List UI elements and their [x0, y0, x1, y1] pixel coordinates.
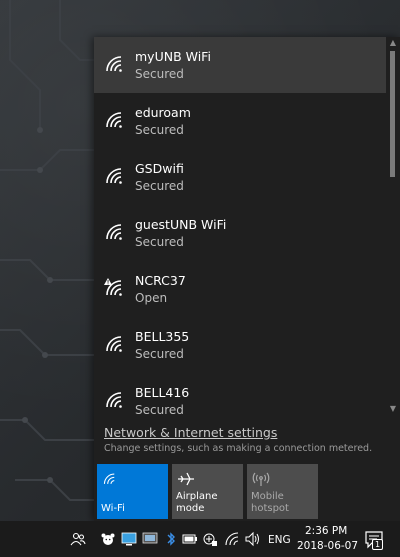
network-item[interactable]: myUNB WiFi Secured	[94, 37, 386, 93]
wifi-tile-label: Wi-Fi	[101, 503, 125, 514]
network-name: BELL355	[135, 329, 190, 344]
network-name: NCRC37	[135, 273, 186, 288]
network-internet-settings-link[interactable]: Network & Internet settings	[104, 425, 277, 440]
wifi-signal-icon	[106, 392, 122, 408]
network-list: myUNB WiFi Secured eduroam Secured GSDwifi…	[94, 37, 386, 415]
wifi-signal-icon	[106, 56, 122, 72]
wifi-signal-icon	[106, 224, 122, 240]
security-app-icon[interactable]	[202, 531, 218, 547]
network-item[interactable]: BELL355 Secured	[94, 317, 386, 373]
wifi-signal-icon	[106, 112, 122, 128]
network-item[interactable]: BELL416 Secured	[94, 373, 386, 415]
network-item[interactable]: guestUNB WiFi Secured	[94, 205, 386, 261]
network-item[interactable]: GSDwifi Secured	[94, 149, 386, 205]
wifi-open-warning-icon	[104, 278, 122, 296]
display-app-icon[interactable]	[142, 531, 158, 547]
network-status: Secured	[135, 123, 184, 137]
wifi-signal-icon	[106, 168, 122, 184]
input-language-indicator[interactable]: ENG	[268, 534, 291, 546]
network-flyout: myUNB WiFi Secured eduroam Secured GSDwifi…	[94, 37, 400, 521]
bluetooth-icon[interactable]	[163, 531, 179, 547]
airplane-mode-tile[interactable]: Airplane mode	[172, 464, 243, 519]
taskbar: ENG 2:36 PM 2018-06-07 1	[0, 521, 400, 557]
battery-icon[interactable]	[182, 531, 198, 547]
clock-time[interactable]: 2:36 PM	[305, 525, 347, 537]
network-list-scrollbar[interactable]: ▲ ▼	[386, 37, 400, 415]
network-name: guestUNB WiFi	[135, 217, 227, 232]
network-name: myUNB WiFi	[135, 49, 211, 64]
network-name: GSDwifi	[135, 161, 184, 176]
airplane-icon	[178, 472, 194, 486]
airplane-tile-label: Airplane mode	[176, 491, 218, 514]
network-item[interactable]: eduroam Secured	[94, 93, 386, 149]
settings-description: Change settings, such as making a connec…	[104, 443, 373, 454]
monitor-app-icon[interactable]	[121, 531, 137, 547]
network-status: Secured	[135, 403, 184, 415]
clock-date[interactable]: 2018-06-07	[297, 540, 358, 552]
volume-icon[interactable]	[244, 531, 260, 547]
hotspot-label-line1: Mobile	[251, 491, 284, 502]
notification-count-badge: 1	[372, 539, 384, 550]
network-name: eduroam	[135, 105, 191, 120]
hotspot-icon	[252, 472, 270, 486]
hotspot-label-line2: hotspot	[251, 503, 289, 514]
mobile-hotspot-tile[interactable]: Mobile hotspot	[247, 464, 318, 519]
scroll-up-arrow-icon[interactable]: ▲	[386, 37, 400, 49]
network-status: Secured	[135, 179, 184, 193]
wifi-toggle-tile[interactable]: Wi-Fi	[97, 464, 168, 519]
network-status: Secured	[135, 235, 184, 249]
scroll-thumb[interactable]	[390, 51, 395, 177]
network-item[interactable]: NCRC37 Open	[94, 261, 386, 317]
network-status: Secured	[135, 347, 184, 361]
bear-app-icon[interactable]	[100, 531, 116, 547]
wifi-icon	[103, 473, 115, 485]
wifi-tray-icon[interactable]	[224, 531, 240, 547]
people-icon[interactable]	[70, 531, 86, 547]
network-status: Secured	[135, 67, 184, 81]
scroll-down-arrow-icon[interactable]: ▼	[386, 403, 400, 415]
hotspot-tile-label: Mobile hotspot	[251, 491, 289, 515]
network-status: Open	[135, 291, 168, 305]
wifi-signal-icon	[106, 336, 122, 352]
network-name: BELL416	[135, 385, 190, 400]
